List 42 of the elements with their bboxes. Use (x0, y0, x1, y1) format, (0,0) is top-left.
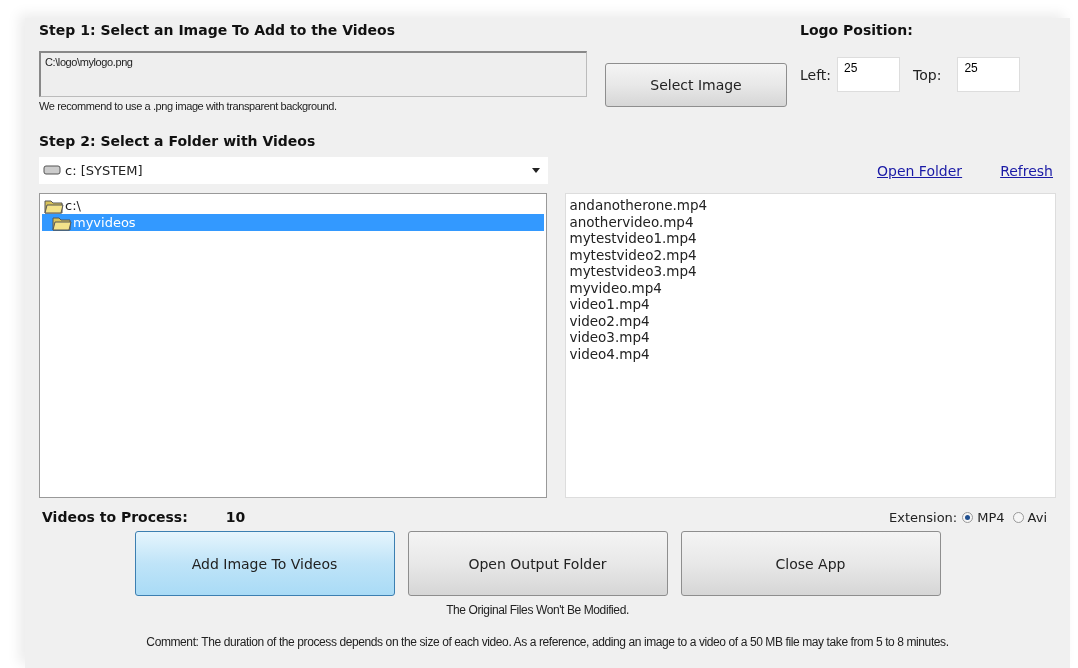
comment-text: Comment: The duration of the process depends on the size of each video. As a reference, adding an image to a video of a 50 MB file may take from 5 to 8 minutes. (146, 635, 949, 649)
radio-label: Avi (1027, 509, 1047, 525)
file-list-item[interactable]: video1.mp4 (568, 296, 1053, 313)
drive-dropdown[interactable]: c: [SYSTEM] (39, 157, 548, 184)
link[interactable]: Open Folder (877, 162, 963, 179)
radio-label: MP4 (977, 509, 1005, 525)
folder-tree-item[interactable]: c:\ (42, 197, 545, 214)
step-title: Step 2: Select a Folder with Videos (39, 133, 317, 149)
videos-count: 10 (225, 509, 246, 525)
select-image-button[interactable]: Select Image (605, 63, 787, 107)
file-list-item[interactable]: anothervideo.mp4 (568, 213, 1053, 230)
top-label: Top: (913, 66, 942, 83)
extension-label: Extension: (889, 509, 958, 525)
action-button[interactable]: Add Image To Videos (134, 531, 395, 596)
file-list-item[interactable]: mytestvideo1.mp4 (568, 230, 1053, 247)
image-path-field[interactable]: C:\logo\mylogo.png (39, 51, 587, 97)
step-title: Step 1: Select an Image To Add to the Videos (39, 22, 397, 38)
caret-icon (532, 168, 540, 173)
file-list-item[interactable]: myvideo.mp4 (568, 279, 1053, 296)
file-list-item[interactable]: mytestvideo2.mp4 (568, 246, 1053, 263)
radio-button[interactable] (1012, 511, 1024, 523)
folder-tree[interactable]: c:\ myvideos (39, 193, 548, 498)
folder-icon (52, 214, 72, 231)
drive-icon (43, 165, 61, 176)
logo-position-title: Logo Position: (800, 22, 914, 38)
left-label: Left: (800, 66, 832, 83)
left-field[interactable]: 25 (837, 57, 901, 92)
videos-count-label: Videos to Process: (42, 509, 188, 525)
file-list-item[interactable]: video2.mp4 (568, 312, 1053, 329)
action-button[interactable]: Close App (680, 531, 941, 596)
folder-icon (44, 197, 64, 214)
action-button[interactable]: Open Output Folder (407, 531, 668, 596)
file-list-item[interactable]: video4.mp4 (568, 345, 1053, 362)
radio-button[interactable] (962, 511, 974, 523)
file-list-item[interactable]: andanotherone.mp4 (568, 197, 1053, 214)
file-list-item[interactable]: video3.mp4 (568, 329, 1053, 346)
file-list-item[interactable]: mytestvideo3.mp4 (568, 263, 1053, 280)
top-field[interactable]: 25 (957, 57, 1021, 92)
file-list[interactable]: andanotherone.mp4 anothervideo.mp4 mytestvideo1.mp4 mytestvideo2.mp4 mytestvideo3.mp4 myvideo.mp4 video1.mp4 video2.mp4 video3.mp4 video4.mp4 (565, 193, 1056, 498)
note-text: The Original Files Won't Be Modified. (446, 603, 630, 617)
hint-text: We recommend to use a .png image with transparent background. (39, 100, 338, 112)
link[interactable]: Refresh (1000, 162, 1053, 179)
